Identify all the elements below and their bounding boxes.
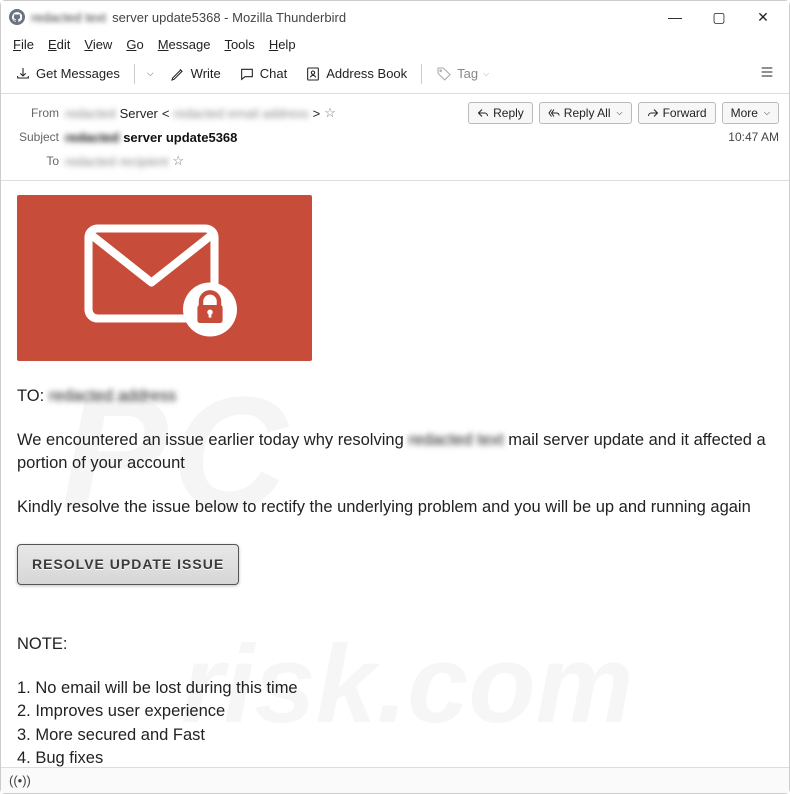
window-title-redacted: redacted text: [31, 10, 106, 25]
reply-all-icon: [548, 107, 560, 119]
statusbar: ((•)): [1, 767, 789, 793]
body-to-line: TO: redacted address: [17, 385, 773, 407]
list-item: 3. More secured and Fast: [17, 724, 773, 746]
star-contact-button[interactable]: ☆: [324, 105, 336, 121]
message-time: 10:47 AM: [728, 130, 779, 144]
message-body: PC risk.com TO: redacted address We enco…: [1, 181, 789, 781]
get-messages-dropdown[interactable]: ⌵: [141, 64, 160, 83]
more-label: More: [731, 106, 758, 120]
window-maximize-button[interactable]: ▢: [697, 2, 741, 32]
window-minimize-button[interactable]: —: [653, 2, 697, 32]
from-name: Server: [120, 106, 158, 121]
note-label: NOTE:: [17, 633, 773, 655]
chat-label: Chat: [260, 66, 287, 81]
reply-button[interactable]: Reply: [468, 102, 533, 124]
envelope-lock-icon: [75, 213, 255, 343]
github-icon: [12, 12, 22, 22]
menu-tools[interactable]: Tools: [218, 35, 260, 54]
list-item: 1. No email will be lost during this tim…: [17, 677, 773, 699]
from-label: From: [11, 106, 65, 120]
chat-button[interactable]: Chat: [231, 62, 295, 86]
window-close-button[interactable]: ✕: [741, 2, 785, 32]
menu-edit[interactable]: Edit: [42, 35, 76, 54]
window-title: server update5368 - Mozilla Thunderbird: [112, 10, 346, 25]
app-favicon: [9, 9, 25, 25]
from-email-redacted: redacted email address: [173, 106, 308, 121]
menu-go[interactable]: Go: [120, 35, 149, 54]
menu-help[interactable]: Help: [263, 35, 302, 54]
address-book-label: Address Book: [326, 66, 407, 81]
to-value: redacted recipient ☆: [65, 153, 184, 169]
write-label: Write: [191, 66, 221, 81]
get-messages-button[interactable]: Get Messages: [7, 62, 128, 86]
from-value: redacted Server <redacted email address>…: [65, 105, 336, 121]
toolbar: Get Messages ⌵ Write Chat Address Book T…: [1, 56, 789, 94]
forward-button[interactable]: Forward: [638, 102, 716, 124]
tag-label: Tag: [457, 66, 478, 81]
subject-text: server update5368: [123, 130, 237, 145]
message-body-scroll[interactable]: PC risk.com TO: redacted address We enco…: [1, 181, 789, 781]
address-book-button[interactable]: Address Book: [297, 62, 415, 86]
to-label: To: [11, 154, 65, 168]
list-item: 2. Improves user experience: [17, 700, 773, 722]
subject-label: Subject: [11, 130, 65, 144]
download-icon: [15, 66, 31, 82]
reply-all-button[interactable]: Reply All ⌵: [539, 102, 632, 124]
mail-lock-graphic: [17, 195, 312, 361]
separator: [134, 64, 135, 84]
app-menu-button[interactable]: [751, 60, 783, 87]
from-redacted: redacted: [65, 106, 116, 121]
resolve-update-issue-button[interactable]: RESOLVE UPDATE ISSUE: [17, 544, 239, 585]
to-redacted: redacted recipient: [65, 154, 168, 169]
subject-redacted: redacted: [65, 130, 119, 145]
subject-value: redacted server update5368: [65, 130, 237, 145]
star-to-button[interactable]: ☆: [172, 153, 184, 169]
get-messages-label: Get Messages: [36, 66, 120, 81]
reply-icon: [477, 107, 489, 119]
pencil-icon: [170, 66, 186, 82]
menu-message[interactable]: Message: [152, 35, 217, 54]
forward-icon: [647, 107, 659, 119]
tag-button[interactable]: Tag ⌵: [428, 62, 497, 86]
more-button[interactable]: More ⌵: [722, 102, 779, 124]
tag-icon: [436, 66, 452, 82]
message-header: From redacted Server <redacted email add…: [1, 94, 789, 181]
menubar: File Edit View Go Message Tools Help: [1, 33, 789, 56]
menu-file[interactable]: File: [7, 35, 40, 54]
hamburger-icon: [759, 64, 775, 80]
reply-all-label: Reply All: [564, 106, 611, 120]
reply-label: Reply: [493, 106, 524, 120]
menu-view[interactable]: View: [78, 35, 118, 54]
body-paragraph-1: We encountered an issue earlier today wh…: [17, 429, 773, 474]
list-item: 4. Bug fixes: [17, 747, 773, 769]
forward-label: Forward: [663, 106, 707, 120]
titlebar: redacted text server update5368 - Mozill…: [1, 1, 789, 33]
separator: [421, 64, 422, 84]
address-book-icon: [305, 66, 321, 82]
connection-status-icon: ((•)): [9, 773, 31, 788]
body-paragraph-2: Kindly resolve the issue below to rectif…: [17, 496, 773, 518]
chat-icon: [239, 66, 255, 82]
write-button[interactable]: Write: [162, 62, 229, 86]
